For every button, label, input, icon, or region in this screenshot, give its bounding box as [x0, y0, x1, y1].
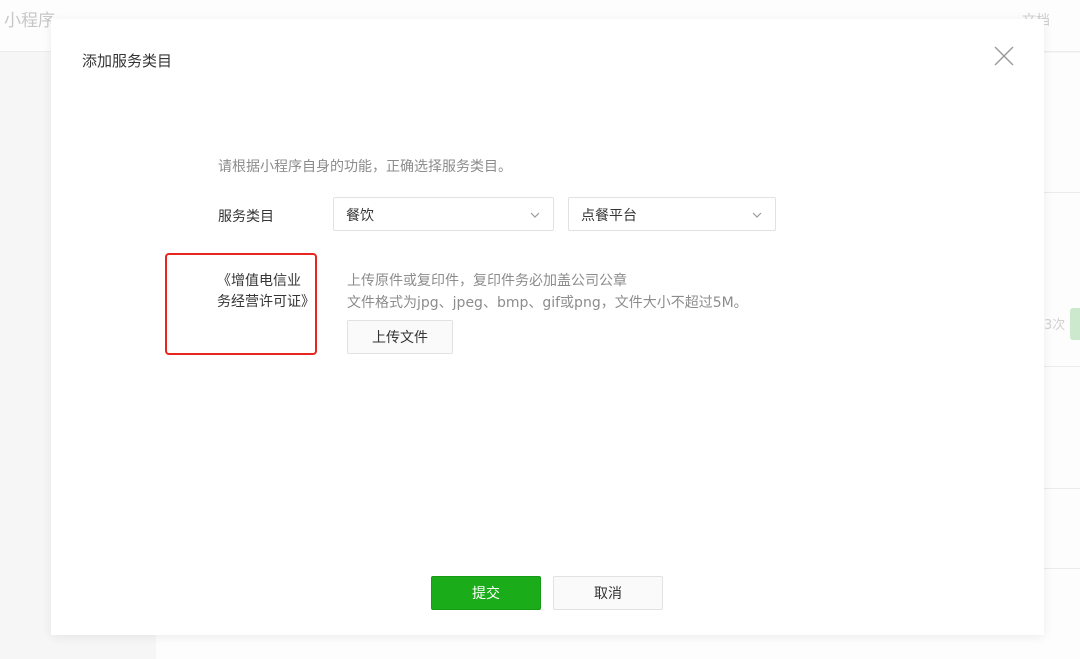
background-divider [1044, 192, 1080, 193]
close-button[interactable] [990, 42, 1018, 70]
background-divider [1044, 366, 1080, 367]
dialog-title: 添加服务类目 [82, 52, 173, 70]
service-category-label: 服务类目 [218, 209, 274, 225]
close-icon [994, 46, 1014, 66]
chevron-down-icon [752, 212, 762, 218]
category-hint-text: 请根据小程序自身的功能，正确选择服务类目。 [218, 159, 512, 175]
background-green-tag [1070, 308, 1080, 340]
highlight-box [165, 253, 317, 355]
submit-button[interactable]: 提交 [431, 576, 541, 610]
add-service-category-dialog: 添加服务类目 请根据小程序自身的功能，正确选择服务类目。 服务类目 餐饮 点餐平… [51, 19, 1044, 635]
upload-description-line-1: 上传原件或复印件，复印件务必加盖公司公章 [347, 273, 627, 289]
secondary-category-select[interactable]: 点餐平台 [568, 197, 776, 231]
cancel-button[interactable]: 取消 [553, 576, 663, 610]
chevron-down-icon [530, 212, 540, 218]
background-divider [1044, 488, 1080, 489]
background-count-text: 3次 [1044, 318, 1066, 333]
primary-category-select[interactable]: 餐饮 [333, 197, 554, 231]
secondary-category-value: 点餐平台 [581, 208, 637, 224]
background-divider [1044, 568, 1080, 569]
app-logo-text: 小程序 [4, 11, 55, 31]
upload-description-line-2: 文件格式为jpg、jpeg、bmp、gif或png，文件大小不超过5M。 [347, 295, 748, 311]
primary-category-value: 餐饮 [346, 208, 374, 224]
upload-file-button[interactable]: 上传文件 [347, 320, 453, 354]
